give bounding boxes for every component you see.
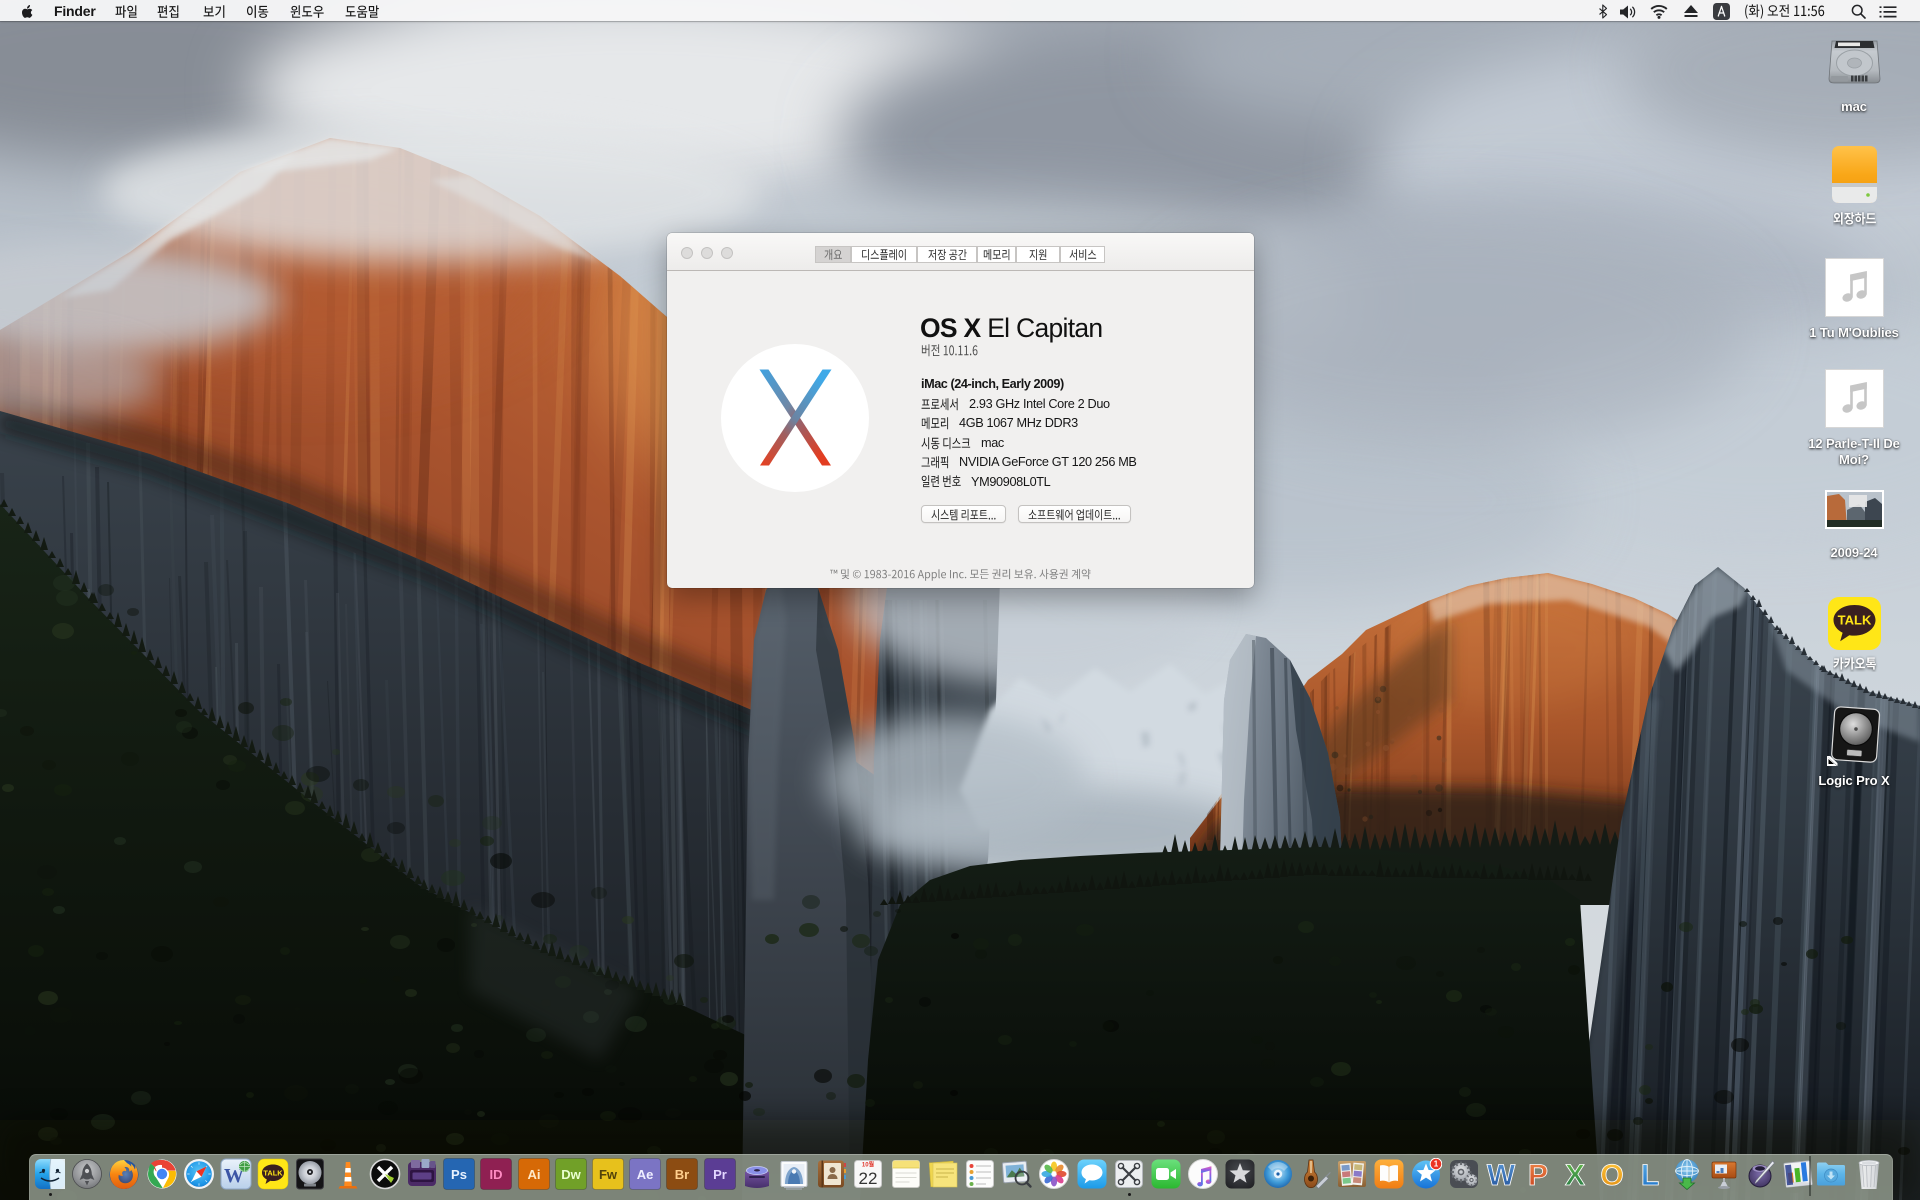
svg-text:W: W <box>1487 1159 1516 1190</box>
svg-text:Ai: Ai <box>527 1167 540 1182</box>
svg-text:TALK: TALK <box>1838 613 1872 628</box>
svg-text:Pr: Pr <box>713 1167 727 1182</box>
svg-text:P: P <box>1528 1159 1548 1190</box>
svg-text:Ae: Ae <box>637 1167 654 1182</box>
svg-text:X: X <box>1565 1159 1585 1190</box>
svg-text:ID: ID <box>490 1167 503 1182</box>
svg-text:1: 1 <box>1434 1160 1439 1169</box>
svg-text:Ps: Ps <box>451 1167 467 1182</box>
svg-text:22: 22 <box>859 1169 878 1188</box>
svg-text:10월: 10월 <box>862 1161 875 1169</box>
svg-text:Fw: Fw <box>599 1167 618 1182</box>
svg-text:TALK: TALK <box>264 1169 284 1178</box>
svg-text:O: O <box>1601 1159 1624 1190</box>
svg-text:Dw: Dw <box>561 1167 581 1182</box>
svg-text:L: L <box>1640 1159 1658 1190</box>
svg-text:Br: Br <box>675 1167 689 1182</box>
